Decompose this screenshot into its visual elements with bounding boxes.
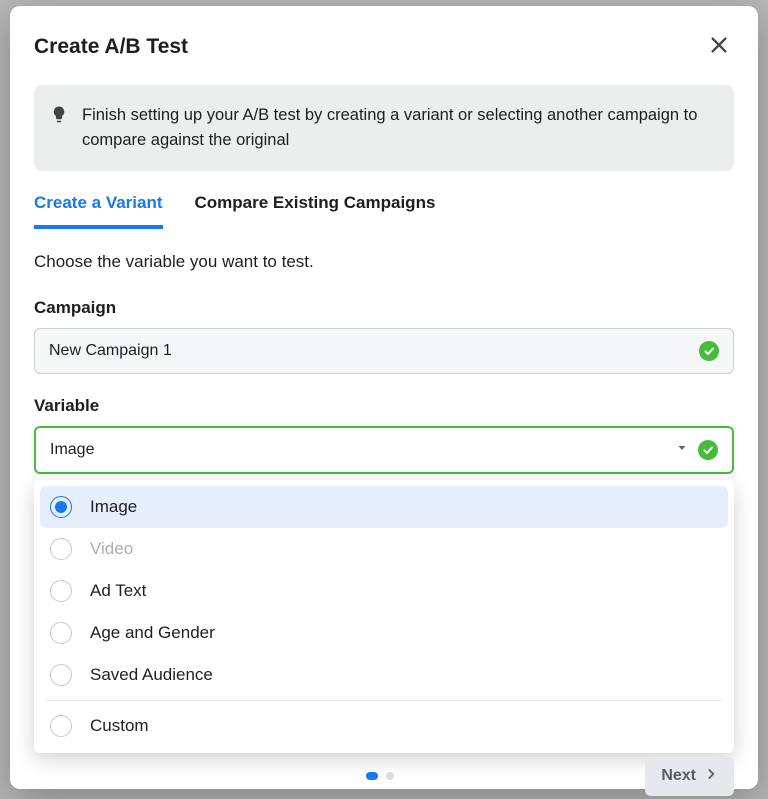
option-label: Custom: [90, 716, 149, 736]
pager-dot: [386, 772, 394, 780]
radio-icon: [50, 664, 72, 686]
tab-compare-existing[interactable]: Compare Existing Campaigns: [195, 193, 436, 229]
option-label: Video: [90, 539, 133, 559]
campaign-select[interactable]: New Campaign 1: [34, 328, 734, 374]
option-saved-audience[interactable]: Saved Audience: [40, 654, 728, 696]
instruction-text: Choose the variable you want to test.: [34, 252, 734, 272]
option-label: Age and Gender: [90, 623, 215, 643]
dropdown-divider: [46, 700, 722, 701]
variable-select[interactable]: Image: [34, 426, 734, 474]
radio-icon: [50, 496, 72, 518]
option-ad-text[interactable]: Ad Text: [40, 570, 728, 612]
option-label: Image: [90, 497, 137, 517]
variable-label: Variable: [34, 396, 734, 416]
tab-create-variant[interactable]: Create a Variant: [34, 193, 163, 229]
pager-dot-active: [366, 772, 378, 780]
radio-icon: [50, 622, 72, 644]
check-icon: [699, 341, 719, 361]
pager: [366, 772, 394, 780]
radio-icon: [50, 538, 72, 560]
chevron-right-icon: [704, 767, 718, 786]
option-age-gender[interactable]: Age and Gender: [40, 612, 728, 654]
option-image[interactable]: Image: [40, 486, 728, 528]
option-label: Ad Text: [90, 581, 146, 601]
chevron-down-icon: [676, 441, 688, 459]
modal-header: Create A/B Test: [34, 30, 734, 63]
info-banner: Finish setting up your A/B test by creat…: [34, 85, 734, 171]
tabs: Create a Variant Compare Existing Campai…: [34, 193, 734, 230]
create-ab-test-modal: Create A/B Test Finish setting up your A…: [10, 6, 758, 789]
modal-footer: Next: [34, 753, 734, 796]
option-custom[interactable]: Custom: [40, 705, 728, 747]
variable-field: Variable Image Image Video: [34, 396, 734, 753]
campaign-field: Campaign New Campaign 1: [34, 298, 734, 374]
campaign-value: New Campaign 1: [49, 342, 172, 360]
next-label: Next: [661, 767, 696, 785]
radio-icon: [50, 715, 72, 737]
info-text: Finish setting up your A/B test by creat…: [82, 103, 714, 153]
radio-icon: [50, 580, 72, 602]
campaign-label: Campaign: [34, 298, 734, 318]
variable-value: Image: [50, 441, 94, 459]
modal-title: Create A/B Test: [34, 35, 188, 59]
option-video[interactable]: Video: [40, 528, 728, 570]
check-icon: [698, 440, 718, 460]
close-button[interactable]: [704, 30, 734, 63]
close-icon: [708, 34, 730, 59]
lightbulb-icon: [50, 105, 68, 128]
next-button[interactable]: Next: [645, 757, 734, 796]
variable-dropdown: Image Video Ad Text Age and Gender Saved…: [34, 480, 734, 753]
option-label: Saved Audience: [90, 665, 213, 685]
